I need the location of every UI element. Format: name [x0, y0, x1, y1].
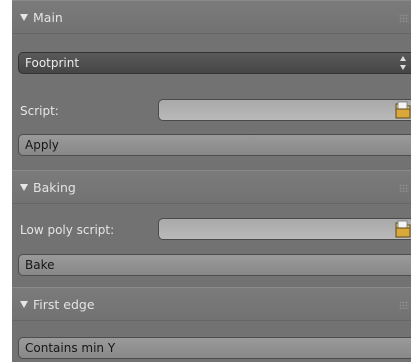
first-edge-panel-header[interactable]: First edge	[12, 287, 411, 321]
collapse-triangle-icon	[20, 301, 28, 308]
baking-panel-title: Baking	[33, 179, 76, 195]
contains-min-y-button[interactable]: Contains min Y	[18, 337, 411, 359]
bake-button[interactable]: Bake	[18, 254, 411, 276]
mode-dropdown-value: Footprint	[25, 56, 80, 70]
collapse-triangle-icon	[20, 14, 28, 21]
first-edge-panel-title: First edge	[33, 296, 95, 312]
apply-button[interactable]: Apply	[18, 134, 411, 156]
contains-min-y-label: Contains min Y	[25, 341, 116, 355]
folder-icon[interactable]	[395, 219, 411, 239]
drag-grip-icon[interactable]	[399, 14, 409, 22]
collapse-triangle-icon	[20, 184, 28, 191]
mode-dropdown[interactable]: Footprint	[18, 52, 411, 74]
updown-arrows-icon	[400, 56, 408, 70]
drag-grip-icon[interactable]	[399, 184, 409, 192]
baking-panel-header[interactable]: Baking	[12, 170, 411, 204]
script-label: Script:	[20, 104, 59, 118]
apply-button-label: Apply	[25, 138, 59, 152]
low-poly-script-label: Low poly script:	[20, 223, 115, 237]
properties-panel: Main Footprint Script: Apply Baking Low …	[12, 0, 411, 362]
main-panel-header[interactable]: Main	[12, 0, 411, 34]
bake-button-label: Bake	[25, 258, 55, 272]
folder-icon[interactable]	[395, 100, 411, 120]
script-field[interactable]	[158, 99, 411, 121]
drag-grip-icon[interactable]	[399, 301, 409, 309]
low-poly-script-field[interactable]	[158, 218, 411, 240]
main-panel-title: Main	[33, 9, 63, 25]
